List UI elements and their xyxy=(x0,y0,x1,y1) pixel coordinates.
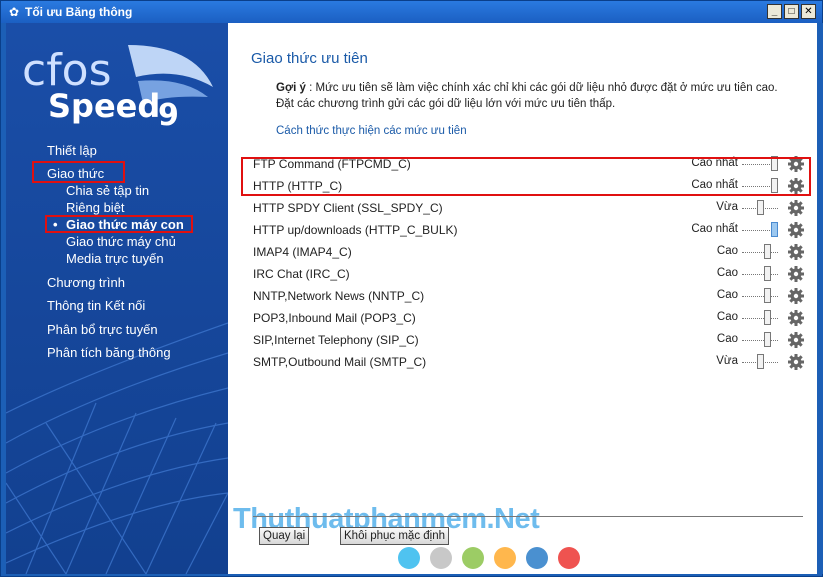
color-dot xyxy=(494,547,516,569)
hint-label: Gợi ý xyxy=(276,82,306,94)
protocol-row: HTTP up/downloads (HTTP_C_BULK) Cao nhất xyxy=(228,219,817,241)
slider-track xyxy=(742,340,778,341)
protocol-row: IMAP4 (IMAP4_C) Cao xyxy=(228,241,817,263)
close-button[interactable]: ✕ xyxy=(801,4,816,19)
slider-track xyxy=(742,252,778,253)
highlight-client-protocols xyxy=(45,215,193,233)
priority-slider[interactable] xyxy=(742,288,778,304)
hint-text: Gợi ý : Mức ưu tiên sẽ làm việc chính xá… xyxy=(276,80,791,112)
cfos-speed-logo: cfos Speed 9 xyxy=(22,45,213,133)
bottom-divider xyxy=(253,516,803,517)
color-dot xyxy=(558,547,580,569)
priority-level: Cao xyxy=(716,333,738,345)
slider-thumb[interactable] xyxy=(764,244,771,259)
back-button[interactable]: Quay lại xyxy=(259,527,310,545)
protocol-name: SIP,Internet Telephony (SIP_C) xyxy=(253,333,419,347)
highlight-protocols xyxy=(32,161,125,183)
slider-track xyxy=(742,296,778,297)
gear-icon[interactable] xyxy=(787,287,805,305)
page-title: Giao thức ưu tiên xyxy=(251,50,368,67)
sidebar-item-online-allocation[interactable]: Phân bổ trực tuyến xyxy=(47,322,158,337)
svg-text:9: 9 xyxy=(158,98,179,133)
sidebar-item-connection-info[interactable]: Thông tin Kết nối xyxy=(47,298,145,313)
priority-level: Vừa xyxy=(716,355,738,367)
gear-icon[interactable] xyxy=(787,331,805,349)
priority-level: Cao nhất xyxy=(691,223,738,235)
window-right-border xyxy=(817,23,823,574)
priority-slider[interactable] xyxy=(742,354,778,370)
gear-icon[interactable] xyxy=(787,243,805,261)
slider-thumb[interactable] xyxy=(764,266,771,281)
protocol-row: NNTP,Network News (NNTP_C) Cao xyxy=(228,285,817,307)
minimize-button[interactable]: _ xyxy=(767,4,782,19)
sidebar-item-settings[interactable]: Thiết lập xyxy=(47,143,97,158)
color-dots xyxy=(398,547,588,571)
priority-level: Vừa xyxy=(716,201,738,213)
priority-level: Cao xyxy=(716,245,738,257)
restore-defaults-button[interactable]: Khôi phục mặc định xyxy=(340,527,450,545)
sidebar-item-programs[interactable]: Chương trình xyxy=(47,275,125,290)
priority-slider[interactable] xyxy=(742,310,778,326)
sidebar-item-bandwidth-analysis[interactable]: Phân tích băng thông xyxy=(47,345,171,360)
protocol-name: IMAP4 (IMAP4_C) xyxy=(253,245,352,259)
color-dot xyxy=(430,547,452,569)
priority-slider[interactable] xyxy=(742,244,778,260)
sidebar-item-file-sharing[interactable]: Chia sẻ tập tin xyxy=(66,183,149,198)
priority-slider[interactable] xyxy=(742,222,778,238)
svg-text:Speed: Speed xyxy=(48,87,160,125)
hint-body: : Mức ưu tiên sẽ làm việc chính xác chỉ … xyxy=(276,82,778,110)
gear-icon[interactable] xyxy=(787,353,805,371)
priority-howto-link[interactable]: Cách thức thực hiện các mức ưu tiên xyxy=(276,125,467,137)
gear-icon[interactable] xyxy=(787,199,805,217)
protocol-row: SMTP,Outbound Mail (SMTP_C) Vừa xyxy=(228,351,817,373)
protocol-name: HTTP SPDY Client (SSL_SPDY_C) xyxy=(253,201,443,215)
slider-thumb[interactable] xyxy=(757,200,764,215)
gear-icon[interactable] xyxy=(787,265,805,283)
slider-thumb[interactable] xyxy=(757,354,764,369)
sidebar: cfos Speed 9 Thiết lập Giao thức Chia sẻ… xyxy=(6,23,228,574)
gear-icon: ✿ xyxy=(8,5,20,19)
color-dot xyxy=(398,547,420,569)
priority-level: Cao xyxy=(716,267,738,279)
protocol-row: POP3,Inbound Mail (POP3_C) Cao xyxy=(228,307,817,329)
protocol-name: HTTP up/downloads (HTTP_C_BULK) xyxy=(253,223,458,237)
title-bar[interactable]: ✿ Tối ưu Băng thông _ □ ✕ xyxy=(1,1,822,23)
protocol-row: HTTP SPDY Client (SSL_SPDY_C) Vừa xyxy=(228,197,817,219)
priority-level: Cao xyxy=(716,289,738,301)
maximize-button[interactable]: □ xyxy=(784,4,799,19)
slider-thumb[interactable] xyxy=(764,310,771,325)
highlight-top-protocols xyxy=(241,157,811,196)
slider-thumb[interactable] xyxy=(771,222,778,237)
main-content: Giao thức ưu tiên Gợi ý : Mức ưu tiên sẽ… xyxy=(228,23,817,574)
color-dot xyxy=(462,547,484,569)
protocol-name: IRC Chat (IRC_C) xyxy=(253,267,350,281)
protocol-name: SMTP,Outbound Mail (SMTP_C) xyxy=(253,355,427,369)
slider-track xyxy=(742,274,778,275)
protocol-row: IRC Chat (IRC_C) Cao xyxy=(228,263,817,285)
slider-track xyxy=(742,318,778,319)
app-window: ✿ Tối ưu Băng thông _ □ ✕ cfos Speed 9 T… xyxy=(0,0,823,577)
sidebar-item-server-protocols[interactable]: Giao thức máy chủ xyxy=(66,234,176,249)
priority-slider[interactable] xyxy=(742,200,778,216)
slider-thumb[interactable] xyxy=(764,332,771,347)
priority-slider[interactable] xyxy=(742,332,778,348)
protocol-name: NNTP,Network News (NNTP_C) xyxy=(253,289,425,303)
gear-icon[interactable] xyxy=(787,221,805,239)
color-dot xyxy=(526,547,548,569)
gear-icon[interactable] xyxy=(787,309,805,327)
sidebar-item-private[interactable]: Riêng biệt xyxy=(66,200,125,215)
sidebar-item-streaming-media[interactable]: Media trực tuyến xyxy=(66,251,164,266)
slider-thumb[interactable] xyxy=(764,288,771,303)
protocol-row: SIP,Internet Telephony (SIP_C) Cao xyxy=(228,329,817,351)
priority-slider[interactable] xyxy=(742,266,778,282)
protocol-name: POP3,Inbound Mail (POP3_C) xyxy=(253,311,416,325)
priority-level: Cao xyxy=(716,311,738,323)
window-title: Tối ưu Băng thông xyxy=(25,5,133,19)
